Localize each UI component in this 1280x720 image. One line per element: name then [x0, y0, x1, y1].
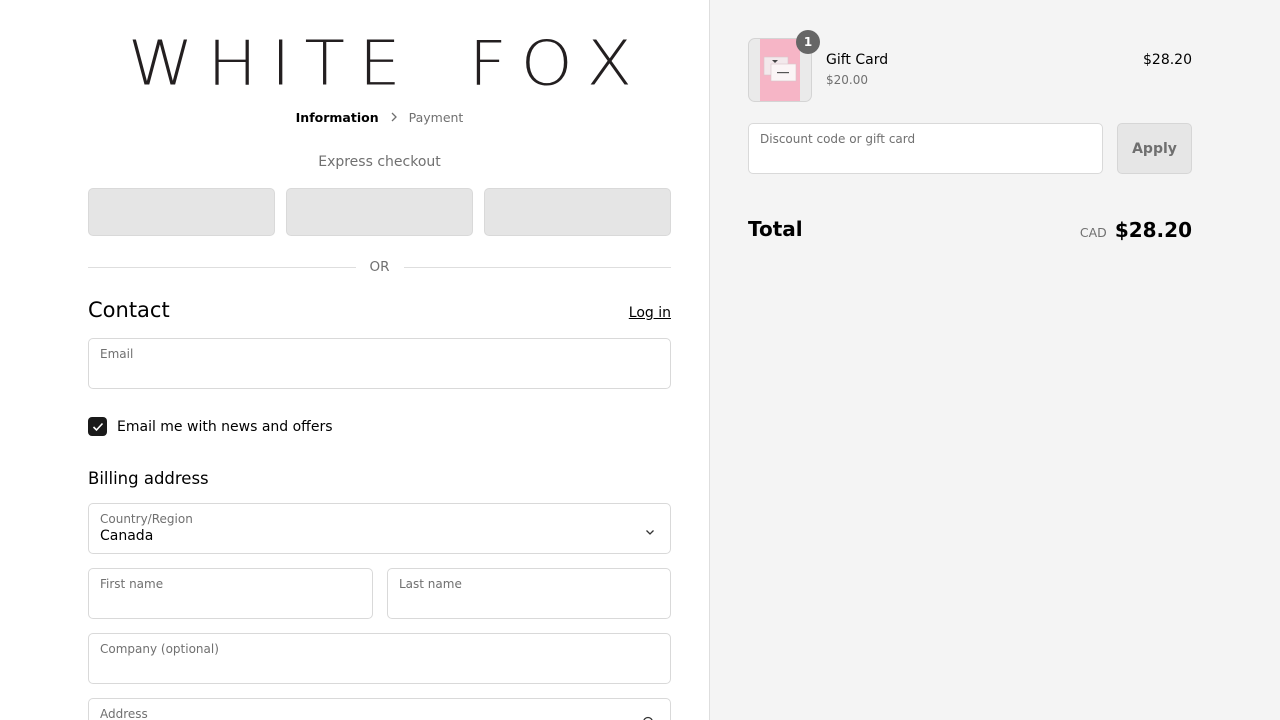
order-summary-panel	[710, 0, 1280, 720]
newsletter-label: Email me with news and offers	[117, 418, 333, 435]
country-select-label: Country/Region	[100, 512, 193, 526]
logo-letter: T	[304, 27, 345, 100]
logo-letter: W	[128, 27, 194, 100]
logo-letter: O	[520, 27, 573, 100]
line-item-variant: $20.00	[826, 73, 868, 87]
check-icon	[92, 422, 103, 431]
login-link[interactable]: Log in	[629, 305, 671, 321]
express-checkout-buttons	[88, 188, 671, 236]
billing-address-heading: Billing address	[88, 469, 209, 488]
address-field[interactable]: Address	[88, 698, 671, 720]
gift-card-image	[760, 39, 800, 101]
store-logo[interactable]: W H I T E F O X	[128, 32, 632, 96]
express-pay-button-2[interactable]	[286, 188, 473, 236]
logo-letter: E	[358, 27, 401, 100]
express-pay-button-1[interactable]	[88, 188, 275, 236]
last-name-field[interactable]: Last name	[387, 568, 671, 619]
quantity-badge: 1	[796, 30, 820, 54]
or-divider: OR	[88, 258, 672, 276]
discount-code-placeholder: Discount code or gift card	[760, 132, 916, 146]
first-name-label: First name	[100, 577, 164, 591]
line-item-name: Gift Card	[826, 52, 889, 68]
total-value: CAD $28.20	[1080, 218, 1192, 242]
logo-letter: H	[207, 27, 257, 100]
company-label: Company (optional)	[100, 642, 219, 656]
country-select-value: Canada	[100, 528, 154, 544]
logo-letter: X	[586, 27, 632, 100]
breadcrumb-payment[interactable]: Payment	[409, 110, 464, 125]
email-field-label: Email	[100, 347, 134, 361]
divider-line	[403, 266, 672, 268]
currency-code: CAD	[1079, 225, 1107, 240]
or-label: OR	[369, 259, 390, 275]
newsletter-option: Email me with news and offers	[88, 417, 333, 436]
total-label: Total	[748, 217, 803, 241]
chevron-down-icon	[644, 523, 656, 542]
last-name-label: Last name	[399, 577, 462, 591]
search-icon	[642, 715, 656, 720]
company-field[interactable]: Company (optional)	[88, 633, 671, 684]
newsletter-checkbox[interactable]	[88, 417, 107, 436]
address-label: Address	[100, 707, 148, 720]
chevron-right-icon	[390, 111, 398, 125]
logo-letter: F	[468, 27, 507, 100]
divider-line	[88, 266, 356, 268]
country-select[interactable]: Country/Region Canada	[88, 503, 671, 554]
discount-code-field[interactable]: Discount code or gift card	[748, 123, 1103, 174]
apply-discount-button[interactable]: Apply	[1117, 123, 1192, 174]
express-pay-button-3[interactable]	[484, 188, 671, 236]
logo-letter: I	[271, 27, 291, 100]
line-item-price: $28.20	[1143, 52, 1192, 68]
express-checkout-title: Express checkout	[318, 154, 441, 170]
email-field[interactable]: Email	[88, 338, 671, 389]
contact-heading: Contact	[88, 298, 170, 322]
first-name-field[interactable]: First name	[88, 568, 373, 619]
breadcrumb-information: Information	[295, 110, 379, 125]
breadcrumb: Information Payment	[0, 110, 759, 125]
total-amount: $28.20	[1114, 218, 1192, 242]
